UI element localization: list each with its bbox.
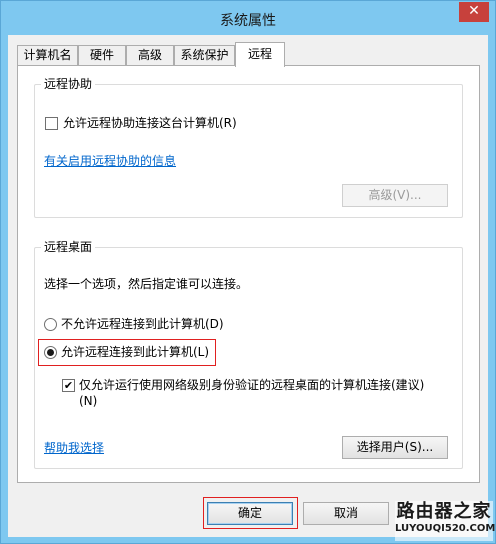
title-bar[interactable]: 系统属性 ✕: [1, 1, 495, 35]
select-users-button[interactable]: 选择用户(S)...: [342, 436, 448, 459]
tab-advanced[interactable]: 高级: [126, 45, 174, 66]
help-me-choose-link[interactable]: 帮助我选择: [44, 440, 104, 456]
remote-desktop-group-title: 远程桌面: [41, 240, 96, 254]
remote-desktop-group: 远程桌面 选择一个选项，然后指定谁可以连接。 不允许远程连接到此计算机(D) 允…: [34, 240, 463, 469]
cancel-button[interactable]: 取消: [303, 502, 389, 525]
close-button[interactable]: ✕: [459, 2, 489, 22]
deny-remote-radio[interactable]: [44, 318, 57, 331]
watermark-url: LUYOUQI520.COM: [395, 523, 496, 534]
window-title: 系统属性: [220, 13, 276, 29]
watermark-brand: 路由器之家: [396, 501, 492, 522]
tab-remote[interactable]: 远程: [235, 42, 285, 67]
remote-tab-panel: 远程协助 允许远程协助连接这台计算机(R) 有关启用远程协助的信息 高级(V).…: [17, 65, 480, 483]
tab-system-protection[interactable]: 系统保护: [174, 45, 235, 66]
radio-selected-dot: [47, 349, 54, 356]
allow-remote-radio[interactable]: [44, 346, 57, 359]
close-icon: ✕: [468, 3, 480, 19]
system-properties-window: 系统属性 ✕ 计算机名 硬件 高级 系统保护 远程 远程协助 允许远程协助连接这…: [0, 0, 496, 544]
dialog-client-area: 计算机名 硬件 高级 系统保护 远程 远程协助 允许远程协助连接这台计算机(R)…: [8, 35, 488, 537]
ok-button[interactable]: 确定: [207, 502, 293, 525]
remote-assistance-info-link[interactable]: 有关启用远程协助的信息: [44, 153, 176, 169]
nla-only-label-hotkey[interactable]: (N): [79, 393, 97, 409]
remote-desktop-instruction: 选择一个选项，然后指定谁可以连接。: [44, 277, 249, 291]
allow-remote-assistance-label[interactable]: 允许远程协助连接这台计算机(R): [63, 115, 237, 131]
checkmark-icon: ✔: [63, 379, 74, 392]
watermark-logo: 路由器之家 LUYOUQI520.COM: [395, 501, 496, 541]
remote-assistance-group-title: 远程协助: [41, 77, 96, 91]
tab-hardware[interactable]: 硬件: [78, 45, 126, 66]
nla-only-checkbox[interactable]: ✔: [62, 379, 75, 392]
advanced-button[interactable]: 高级(V)...: [342, 184, 448, 207]
allow-remote-label[interactable]: 允许远程连接到此计算机(L): [61, 344, 209, 360]
tab-computer-name[interactable]: 计算机名: [17, 45, 78, 66]
deny-remote-label[interactable]: 不允许远程连接到此计算机(D): [61, 316, 224, 332]
remote-assistance-group: 远程协助 允许远程协助连接这台计算机(R) 有关启用远程协助的信息 高级(V).…: [34, 77, 463, 218]
nla-only-label[interactable]: 仅允许运行使用网络级别身份验证的远程桌面的计算机连接(建议): [79, 377, 424, 393]
allow-remote-assistance-checkbox[interactable]: [45, 117, 58, 130]
